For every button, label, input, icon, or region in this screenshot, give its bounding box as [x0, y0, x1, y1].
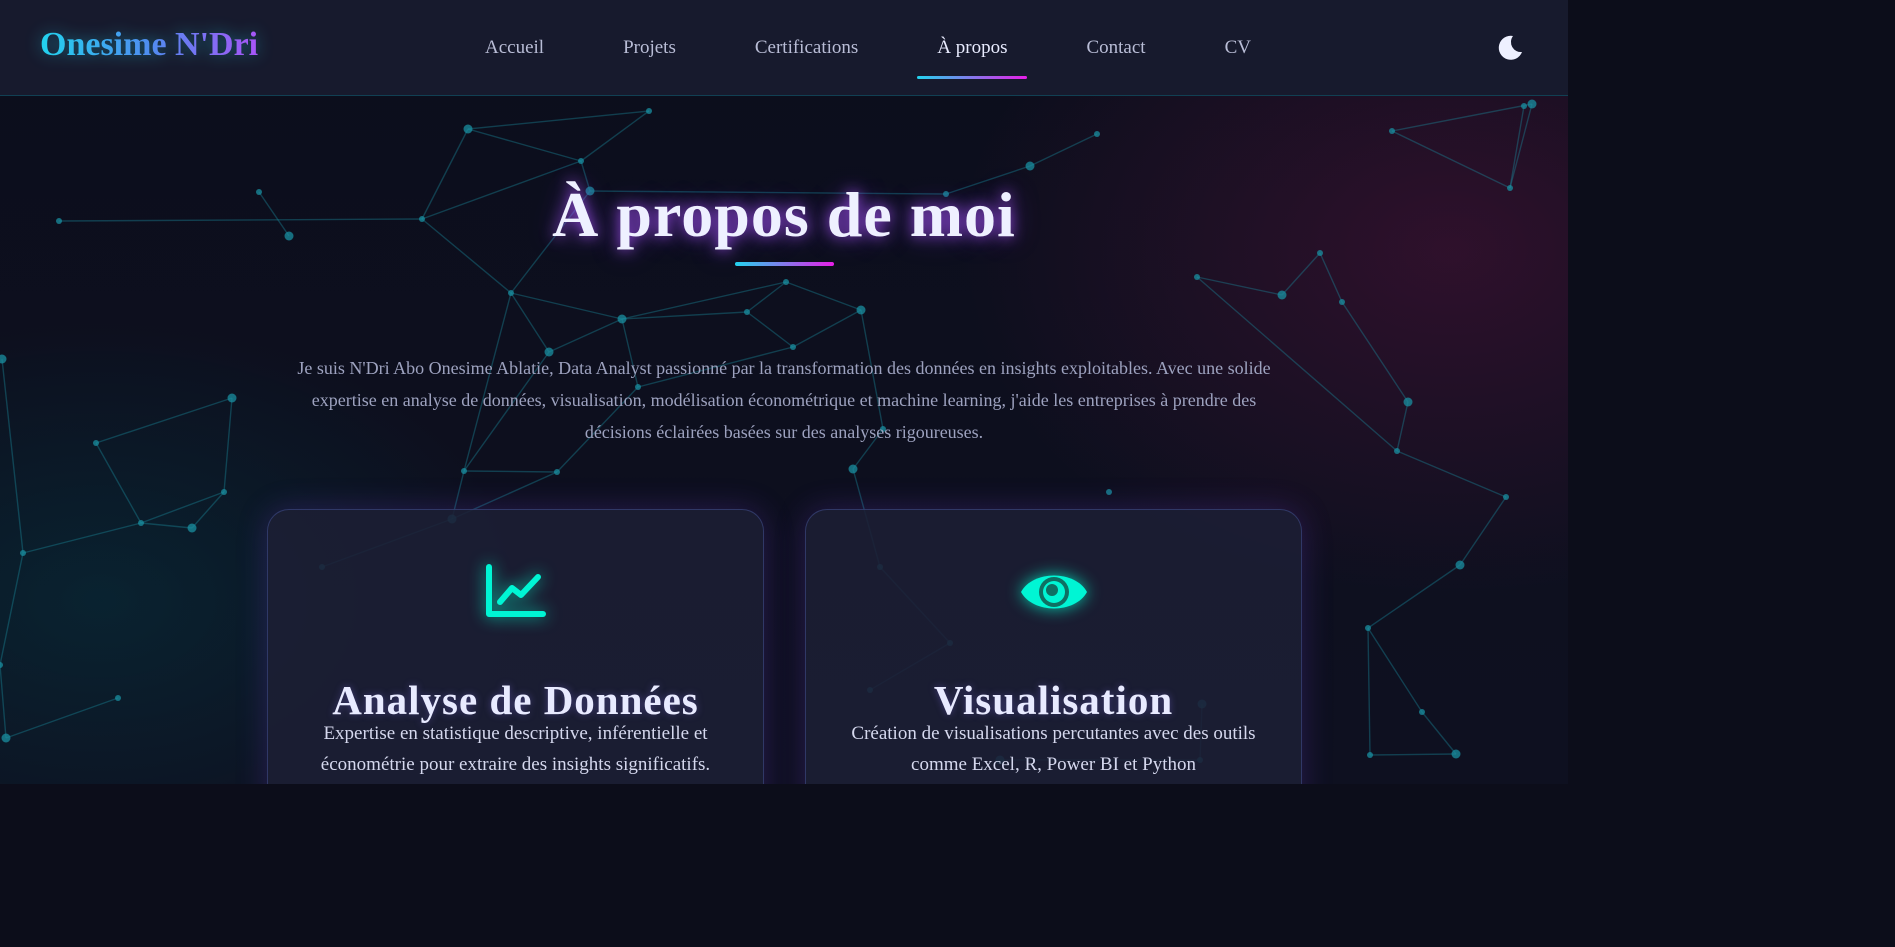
section-title: À propos de moi [552, 179, 1016, 250]
card-description: Expertise en statistique descriptive, in… [320, 723, 711, 775]
skill-card-analyse: Analyse de Données Expertise en statisti… [267, 509, 764, 784]
title-underline [735, 262, 834, 266]
nav-links: Accueil Projets Certifications À propos … [465, 0, 1310, 96]
nav-link-accueil[interactable]: Accueil [465, 37, 564, 59]
nav-link-a-propos[interactable]: À propos [917, 37, 1028, 79]
nav-link-contact[interactable]: Contact [1066, 37, 1165, 59]
nav-link-cv[interactable]: CV [1205, 37, 1271, 59]
nav-link-certifications[interactable]: Certifications [735, 37, 878, 59]
eye-icon [1019, 564, 1089, 625]
site-logo[interactable]: Onesime N'Dri [40, 26, 258, 64]
card-title: Analyse de Données [332, 677, 699, 723]
intro-paragraph: Je suis N'Dri Abo Onesime Ablatie, Data … [297, 358, 1271, 442]
navbar: Onesime N'Dri Accueil Projets Certificat… [0, 0, 1568, 96]
card-description: Création de visualisations percutantes a… [851, 723, 1256, 775]
page: Onesime N'Dri Accueil Projets Certificat… [0, 0, 1568, 784]
chart-line-icon [485, 564, 547, 625]
nav-link-projets[interactable]: Projets [603, 37, 696, 59]
theme-toggle-button[interactable] [1490, 28, 1530, 68]
card-title: Visualisation [933, 677, 1174, 723]
skill-card-visualisation: Visualisation Création de visualisations… [805, 509, 1302, 784]
moon-icon [1498, 35, 1522, 60]
